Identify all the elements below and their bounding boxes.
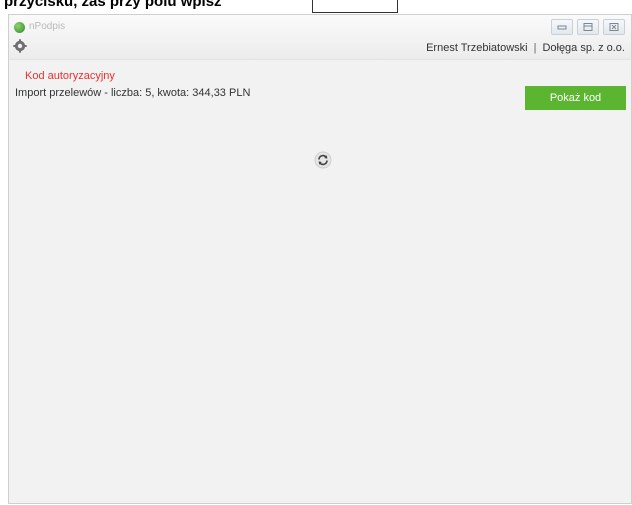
maximize-icon: [583, 23, 593, 31]
document-input-box: [312, 0, 398, 13]
app-window: nPodpis Ernest Trzebiatowski | Dołęga sp…: [8, 14, 632, 504]
auth-code-title: Kod autoryzacyjny: [25, 70, 115, 82]
gear-icon[interactable]: [13, 39, 27, 53]
document-cut-text: przycisku, zaś przy polu wpisz: [4, 0, 222, 10]
app-title: nPodpis: [29, 21, 66, 32]
minimize-button[interactable]: [551, 19, 573, 35]
document-strip: przycisku, zaś przy polu wpisz: [0, 0, 632, 14]
window-controls: [551, 19, 625, 35]
company-name: Dołęga sp. z o.o.: [542, 42, 625, 54]
title-bar: nPodpis Ernest Trzebiatowski | Dołęga sp…: [9, 15, 631, 60]
refresh-spinner-icon: [314, 151, 332, 169]
auth-description: Import przelewów - liczba: 5, kwota: 344…: [15, 87, 251, 99]
main-content: Kod autoryzacyjny Import przelewów - lic…: [9, 59, 631, 505]
maximize-button[interactable]: [577, 19, 599, 35]
minimize-icon: [557, 25, 567, 30]
user-info: Ernest Trzebiatowski | Dołęga sp. z o.o.: [426, 42, 625, 54]
user-name: Ernest Trzebiatowski: [426, 42, 528, 54]
close-icon: [609, 23, 619, 31]
show-code-button[interactable]: Pokaż kod: [525, 86, 626, 110]
close-button[interactable]: [603, 19, 625, 35]
user-separator: |: [533, 42, 537, 54]
app-logo-icon: [14, 22, 25, 33]
